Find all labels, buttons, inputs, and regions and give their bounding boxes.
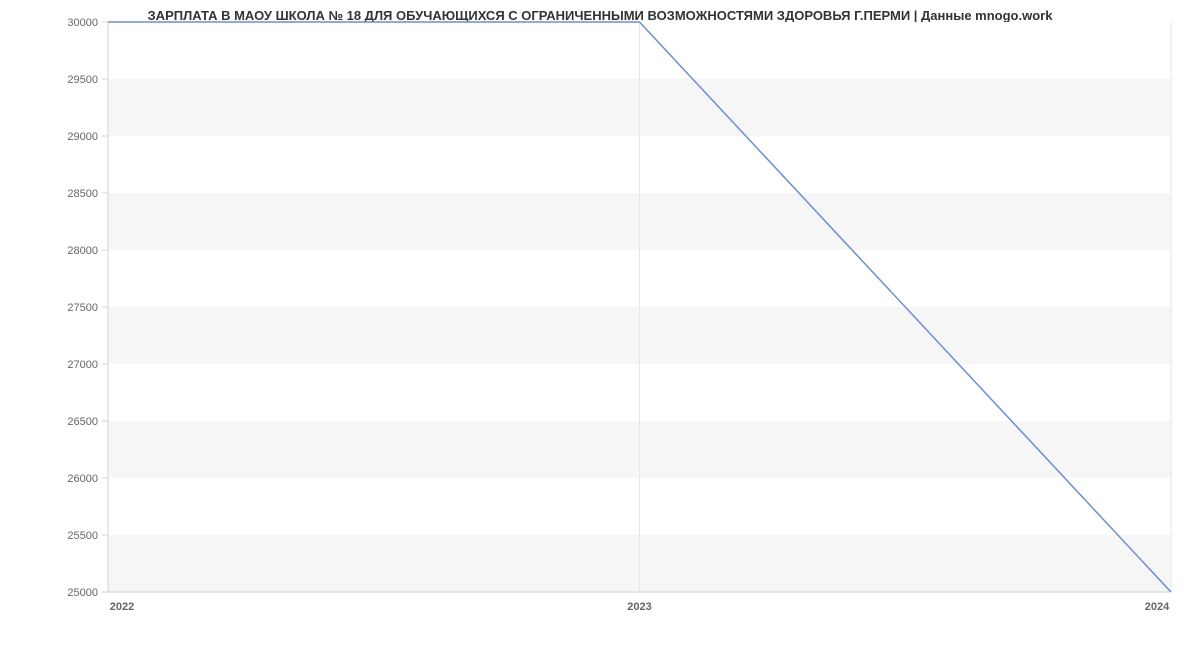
y-tick-label: 29500 bbox=[67, 74, 98, 86]
y-tick-label: 27000 bbox=[67, 359, 98, 371]
salary-line-chart: ЗАРПЛАТА В МАОУ ШКОЛА № 18 ДЛЯ ОБУЧАЮЩИХ… bbox=[0, 0, 1200, 650]
y-tick-label: 30000 bbox=[67, 17, 98, 29]
y-tick-label: 28000 bbox=[67, 245, 98, 257]
y-tick-label: 27500 bbox=[67, 302, 98, 314]
chart-svg: 25000 25500 26000 26500 27000 27500 28000 28500… bbox=[0, 0, 1200, 650]
y-tick-label: 26000 bbox=[67, 473, 98, 485]
y-tick-label: 29000 bbox=[67, 131, 98, 143]
x-tick-label: 2022 bbox=[110, 601, 134, 613]
x-tick-label: 2024 bbox=[1145, 601, 1170, 613]
y-tick-label: 25500 bbox=[67, 530, 98, 542]
y-tick-label: 28500 bbox=[67, 188, 98, 200]
y-tick-label: 25000 bbox=[67, 587, 98, 599]
x-tick-label: 2023 bbox=[627, 601, 651, 613]
y-tick-label: 26500 bbox=[67, 416, 98, 428]
